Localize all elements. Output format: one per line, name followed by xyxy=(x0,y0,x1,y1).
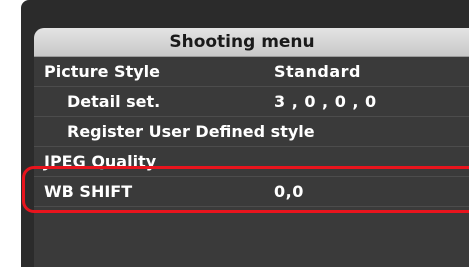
menu-item-picture-style[interactable]: Picture Style Standard xyxy=(34,57,469,87)
menu-item-value: Standard xyxy=(274,62,361,81)
menu-item-label: Detail set. xyxy=(67,92,161,111)
menu-item-detail-set[interactable]: Detail set. 3 , 0 , 0 , 0 xyxy=(34,87,469,117)
menu-item-label: Picture Style xyxy=(44,62,160,81)
menu-item-register-user-defined-style[interactable]: Register User Defined style xyxy=(34,117,469,147)
menu-item-label: Register User Defined style xyxy=(67,122,315,141)
highlight-outline xyxy=(22,166,469,213)
menu-title: Shooting menu xyxy=(34,28,469,57)
shooting-menu-panel: Shooting menu Picture Style Standard Det… xyxy=(34,28,469,267)
menu-item-value: 3 , 0 , 0 , 0 xyxy=(274,92,377,111)
